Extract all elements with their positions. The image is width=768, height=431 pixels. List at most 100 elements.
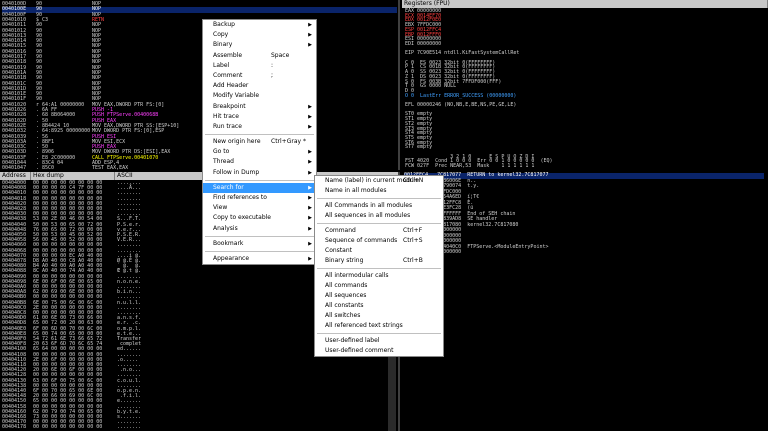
registers-header: Registers (FPU) — [402, 0, 768, 8]
submenu-item-label: All commands — [325, 282, 368, 289]
submenu-arrow-icon: ▶ — [308, 184, 312, 191]
submenu-arrow-icon: ▶ — [308, 255, 312, 262]
submenu-arrow-icon: ▶ — [308, 42, 312, 49]
submenu-item-command[interactable]: Command Ctrl+F — [315, 226, 443, 236]
menu-item-label[interactable]: Label: — [203, 61, 316, 71]
submenu-item-all-sequences-in-all-modules[interactable]: All sequences in all modules — [315, 211, 443, 221]
submenu-item-all-sequences[interactable]: All sequences — [315, 291, 443, 301]
menu-item-hit-trace[interactable]: Hit trace ▶ — [203, 112, 316, 122]
menu-item-new-origin-here[interactable]: New origin here Ctrl+Gray * — [203, 137, 316, 147]
submenu-item-all-intermodular-calls[interactable]: All intermodular calls — [315, 271, 443, 281]
menu-item-label: Find references to — [213, 194, 267, 201]
register-line[interactable]: EIP 7C90E514 ntdll.KiFastSystemCallRet — [405, 51, 519, 56]
menu-item-shortcut: : — [271, 61, 274, 69]
menu-item-label: Go to — [213, 148, 230, 156]
registers-pane[interactable]: Registers (FPU) EAX 00000000 ECX 0014EF70… — [402, 0, 768, 170]
cpu-row[interactable]: 00401047 . 85C0 TEST EAX,EAX — [2, 165, 397, 170]
submenu-arrow-icon: ▶ — [308, 169, 312, 176]
submenu-item-name-label-in-current-module[interactable]: Name (label) in current module Ctrl+N — [315, 176, 443, 186]
menu-separator — [205, 250, 314, 252]
submenu-item-label: All referenced text strings — [325, 322, 403, 329]
menu-item-appearance[interactable]: Appearance ▶ — [203, 254, 316, 264]
submenu-item-all-referenced-text-strings[interactable]: All referenced text strings — [315, 321, 443, 331]
menu-item-search-for[interactable]: Search for ▶ — [203, 182, 316, 193]
submenu-item-all-commands[interactable]: All commands — [315, 281, 443, 291]
submenu-item-label: All sequences — [325, 292, 367, 299]
menu-item-follow-in-dump[interactable]: Follow in Dump ▶ — [203, 168, 316, 178]
submenu-arrow-icon: ▶ — [308, 123, 312, 130]
menu-item-view[interactable]: View ▶ — [203, 203, 316, 213]
search-for-submenu[interactable]: Name (label) in current module Ctrl+N Name… — [314, 175, 444, 357]
register-line[interactable]: EFL 00000246 (NO,NB,E,BE,NS,PE,GE,LE) — [405, 103, 516, 108]
menu-item-copy[interactable]: Copy ▶ — [203, 30, 316, 40]
menu-item-add-header[interactable]: Add Header — [203, 81, 316, 91]
menu-item-label: Copy to executable — [213, 214, 271, 222]
menu-item-comment[interactable]: Comment; — [203, 71, 316, 81]
menu-item-label: Hit trace — [213, 112, 239, 120]
menu-item-bookmark[interactable]: Bookmark ▶ — [203, 239, 316, 249]
submenu-arrow-icon: ▶ — [308, 149, 312, 156]
cpu-hex: . 85C0 — [36, 165, 55, 170]
menu-item-label: Assemble — [213, 51, 243, 59]
submenu-item-all-constants[interactable]: All constants — [315, 301, 443, 311]
submenu-item-user-defined-comment[interactable]: User-defined comment — [315, 346, 443, 356]
menu-item-shortcut: ; — [271, 71, 274, 79]
submenu-item-constant[interactable]: Constant — [315, 246, 443, 256]
menu-item-copy-to-executable[interactable]: Copy to executable ▶ — [203, 213, 316, 223]
submenu-item-label: Name in all modules — [325, 187, 387, 194]
submenu-arrow-icon: ▶ — [308, 215, 312, 222]
context-menu[interactable]: Backup ▶ Copy ▶ Binary ▶ Assemble Space Label: Co… — [202, 19, 317, 266]
cpu-address: 00401047 — [2, 165, 27, 170]
submenu-arrow-icon: ▶ — [308, 113, 312, 120]
register-line[interactable]: ST7 empty — [405, 145, 432, 150]
menu-item-modify-variable[interactable]: Modify Variable — [203, 91, 316, 101]
dump-row[interactable]: 00404178 00 00 00 00 00 00 00 00........ — [2, 425, 387, 430]
submenu-item-label: User-defined label — [325, 337, 380, 344]
menu-item-backup[interactable]: Backup ▶ — [203, 20, 316, 30]
menu-item-label: Add Header — [213, 82, 249, 90]
menu-item-label: Backup — [213, 21, 235, 28]
dump-col-hex[interactable]: Hex dump — [31, 172, 115, 180]
menu-item-binary[interactable]: Binary ▶ — [203, 40, 316, 50]
menu-item-label: Analysis — [213, 224, 238, 232]
submenu-item-all-commands-in-all-modules[interactable]: All Commands in all modules — [315, 201, 443, 211]
submenu-item-label: All sequences in all modules — [325, 212, 411, 219]
submenu-item-shortcut: Ctrl+S — [403, 237, 423, 244]
submenu-item-label: Constant — [325, 247, 352, 254]
register-line[interactable]: EDI 00000000 — [405, 42, 441, 47]
dump-col-address[interactable]: Address — [0, 172, 31, 180]
submenu-item-name-in-all-modules[interactable]: Name in all modules — [315, 186, 443, 196]
cpu-asm: TEST EAX,EAX — [92, 165, 129, 170]
menu-item-label: View — [213, 204, 228, 212]
menu-item-shortcut: Space — [271, 51, 290, 59]
menu-item-analysis[interactable]: Analysis ▶ — [203, 224, 316, 234]
submenu-arrow-icon: ▶ — [308, 32, 312, 39]
submenu-item-binary-string[interactable]: Binary string Ctrl+B — [315, 256, 443, 266]
submenu-item-user-defined-label[interactable]: User-defined label — [315, 336, 443, 346]
menu-item-run-trace[interactable]: Run trace ▶ — [203, 122, 316, 132]
submenu-separator — [317, 223, 441, 224]
menu-separator — [205, 179, 314, 181]
submenu-arrow-icon: ▶ — [308, 195, 312, 201]
menu-item-label: Label — [213, 61, 230, 69]
submenu-arrow-icon: ▶ — [308, 240, 312, 247]
menu-item-label: Run trace — [213, 122, 242, 130]
submenu-item-all-switches[interactable]: All switches — [315, 311, 443, 321]
menu-item-breakpoint[interactable]: Breakpoint ▶ — [203, 102, 316, 112]
register-line[interactable]: O 0 LastErr ERROR_SUCCESS (00000000) — [405, 93, 516, 99]
submenu-item-label: Command — [325, 227, 356, 234]
menu-item-label: Comment — [213, 71, 243, 79]
submenu-item-label: All switches — [325, 312, 361, 319]
register-line[interactable]: FCW 027F Prec NEAR,53 Mask 1 1 1 1 1 1 — [405, 164, 534, 169]
stack-pane[interactable]: 0012FFC4 7C817077 RETURN to kernel32.7C8… — [402, 172, 768, 431]
menu-item-find-references-to[interactable]: Find references to ▶ — [203, 193, 316, 203]
menu-item-thread[interactable]: Thread ▶ — [203, 157, 316, 167]
submenu-item-shortcut: Ctrl+N — [403, 177, 424, 184]
submenu-item-shortcut: Ctrl+B — [403, 257, 423, 264]
menu-item-go-to[interactable]: Go to ▶ — [203, 147, 316, 157]
cpu-disassembly-pane[interactable]: 0040100D 90 NOP 0040100E 90 NOP 0040100F 90 NOP 0… — [0, 0, 400, 170]
submenu-item-sequence-of-commands[interactable]: Sequence of commands Ctrl+S — [315, 236, 443, 246]
menu-item-assemble[interactable]: Assemble Space — [203, 51, 316, 61]
submenu-item-label: All constants — [325, 302, 364, 309]
stack-line[interactable]: 0012FFFC 00000000 — [404, 249, 764, 256]
